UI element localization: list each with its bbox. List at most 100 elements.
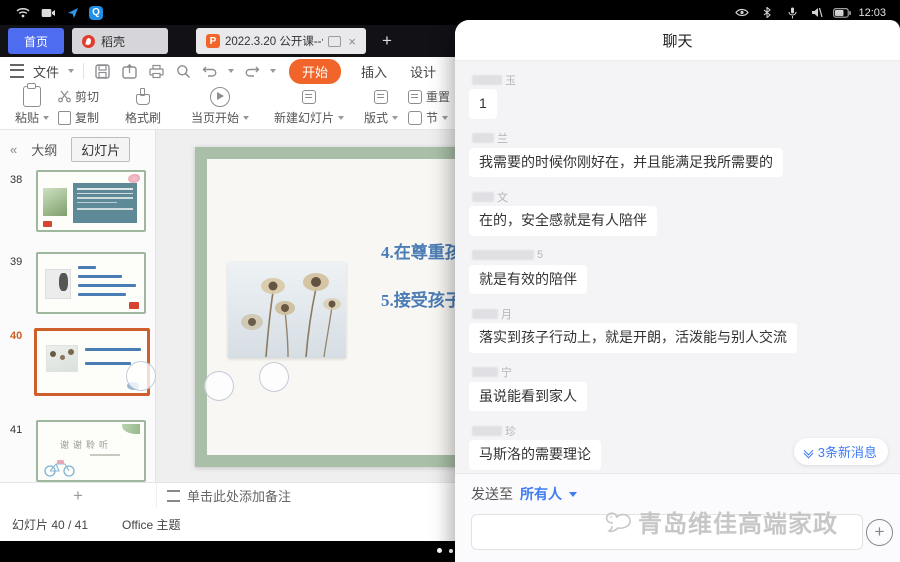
copy-button[interactable]: 复制	[58, 108, 99, 127]
slide-number: 41	[10, 424, 32, 436]
menu-tab-insert[interactable]: 插入	[354, 60, 394, 83]
play-from-page-button[interactable]: 当页开始	[185, 87, 255, 127]
redo-icon[interactable]	[243, 62, 261, 80]
format-painter-icon	[136, 94, 150, 105]
notes-placeholder: 单击此处添加备注	[187, 486, 291, 505]
reset-icon	[408, 90, 422, 104]
add-slide-button[interactable]: +	[73, 486, 83, 506]
cut-label: 剪切	[75, 88, 99, 105]
play-icon	[210, 87, 230, 107]
notes-input[interactable]: 单击此处添加备注	[157, 486, 291, 505]
tab-home-label: 首页	[24, 33, 48, 50]
tab-docer[interactable]: 稻壳	[72, 28, 168, 54]
theme-name[interactable]: Office 主题	[122, 516, 180, 533]
export-icon[interactable]	[120, 62, 138, 80]
undo-icon[interactable]	[201, 62, 219, 80]
mute-icon	[808, 4, 826, 22]
touch-handle-circle[interactable]	[126, 361, 156, 391]
chat-bubble: 1	[469, 89, 497, 119]
reset-label: 重置	[426, 88, 450, 105]
new-slide-icon	[302, 90, 316, 104]
paste-label: 粘贴	[15, 109, 39, 126]
format-painter-button[interactable]: 格式刷	[120, 87, 166, 127]
play-caret-icon	[243, 116, 249, 120]
save-icon[interactable]	[93, 62, 111, 80]
comment-bubble-icon[interactable]	[328, 36, 341, 47]
touch-handle-circle[interactable]	[259, 362, 289, 392]
slide-number: 38	[10, 174, 32, 186]
chat-message-list[interactable]: 玉 1 兰 我需要的时候你刚好在，并且能满足我所需要的 文 在的，安全感就是有人…	[455, 61, 900, 473]
new-slide-caret-icon	[338, 116, 344, 120]
new-tab-button[interactable]: +	[382, 31, 392, 51]
thumb38-textblock	[73, 183, 137, 223]
ribbon-collapse-icon[interactable]	[270, 69, 276, 73]
chat-bubble: 落实到孩子行动上，就是开朗，活泼能与别人交流	[469, 323, 797, 353]
chat-username: 兰	[472, 132, 886, 145]
menu-tab-design[interactable]: 设计	[403, 60, 443, 83]
section-button[interactable]: 节	[408, 108, 448, 127]
chat-title: 聊天	[662, 30, 692, 51]
undo-caret-icon[interactable]	[228, 69, 234, 73]
send-to-caret-icon[interactable]	[569, 492, 577, 497]
hamburger-menu-icon[interactable]	[10, 64, 24, 78]
chat-username: 宁	[472, 366, 886, 379]
paste-caret-icon	[43, 116, 49, 120]
document-title: 2022.3.20 公开课--依恋.pptx	[225, 33, 323, 49]
layout-button[interactable]: 版式	[358, 87, 404, 127]
copy-label: 复制	[75, 109, 99, 126]
print-icon[interactable]	[147, 62, 165, 80]
slide-panel: « 大纲 幻灯片 38 39	[0, 130, 156, 482]
mic-icon	[783, 4, 801, 22]
file-menu[interactable]: 文件	[33, 62, 59, 81]
layout-caret-icon	[392, 116, 398, 120]
menu-tab-home[interactable]: 开始	[289, 59, 341, 84]
chat-input[interactable]	[471, 514, 863, 550]
send-icon	[64, 4, 82, 22]
thumb40-image	[46, 345, 78, 372]
chat-username: 月	[472, 307, 886, 320]
slide-text-point5[interactable]: 5.接受孩子	[381, 286, 462, 311]
outline-tab[interactable]: 大纲	[31, 140, 57, 159]
thumb41-bicycle-decoration	[43, 459, 77, 477]
new-slide-label: 新建幻灯片	[274, 109, 334, 126]
chat-message: 文 在的，安全感就是有人陪伴	[469, 190, 886, 236]
tab-document[interactable]: P 2022.3.20 公开课--依恋.pptx ×	[196, 28, 366, 54]
slide-thumbnail-39[interactable]	[36, 252, 146, 314]
file-caret-icon	[68, 69, 74, 73]
slide-text-point4[interactable]: 4.在尊重孩	[381, 238, 462, 263]
cut-icon	[58, 90, 71, 103]
video-progress-dot[interactable]	[437, 548, 442, 553]
find-icon[interactable]	[174, 62, 192, 80]
paste-button[interactable]: 粘贴	[10, 87, 54, 127]
chat-message: 宁 虽说能看到家人	[469, 366, 886, 412]
chat-username: 玉	[472, 73, 886, 86]
slide-flower-photo[interactable]	[228, 262, 346, 358]
tab-home[interactable]: 首页	[8, 28, 64, 54]
video-progress-dot[interactable]	[449, 549, 453, 553]
slide-counter: 幻灯片 40 / 41	[12, 516, 88, 533]
cut-button[interactable]: 剪切	[58, 87, 99, 106]
slides-tab[interactable]: 幻灯片	[71, 137, 130, 162]
new-messages-button[interactable]: 3条新消息	[794, 438, 888, 465]
chat-plus-button[interactable]: +	[866, 519, 893, 546]
touch-handle-circle[interactable]	[204, 371, 234, 401]
screen: Q 12:03 首页 稻壳	[0, 0, 900, 562]
slide-thumbnail-38[interactable]	[36, 170, 146, 232]
close-tab-icon[interactable]: ×	[348, 34, 356, 49]
reset-button[interactable]: 重置	[408, 87, 450, 106]
thumb41-leaves-decoration	[122, 424, 140, 434]
bluetooth-icon	[758, 4, 776, 22]
thumb38-image	[43, 188, 67, 216]
layout-label: 版式	[364, 109, 388, 126]
layout-icon	[374, 90, 388, 104]
slide-number-selected: 40	[10, 330, 32, 342]
chat-message: 月 落实到孩子行动上，就是开朗，活泼能与别人交流	[469, 307, 886, 353]
eye-icon	[733, 4, 751, 22]
slide-thumbnail-41[interactable]: 谢谢聆听	[36, 420, 146, 482]
send-to-selector[interactable]: 所有人	[520, 484, 562, 504]
chat-panel: 聊天 玉 1 兰 我需要的时候你刚好在，并且能满足我所需要的 文 在的，安全感就…	[455, 20, 900, 562]
new-slide-button[interactable]: 新建幻灯片	[268, 87, 350, 127]
collapse-panel-icon[interactable]: «	[10, 142, 17, 157]
ppt-file-icon: P	[206, 34, 220, 48]
chat-message: 兰 我需要的时候你刚好在，并且能满足我所需要的	[469, 132, 886, 178]
